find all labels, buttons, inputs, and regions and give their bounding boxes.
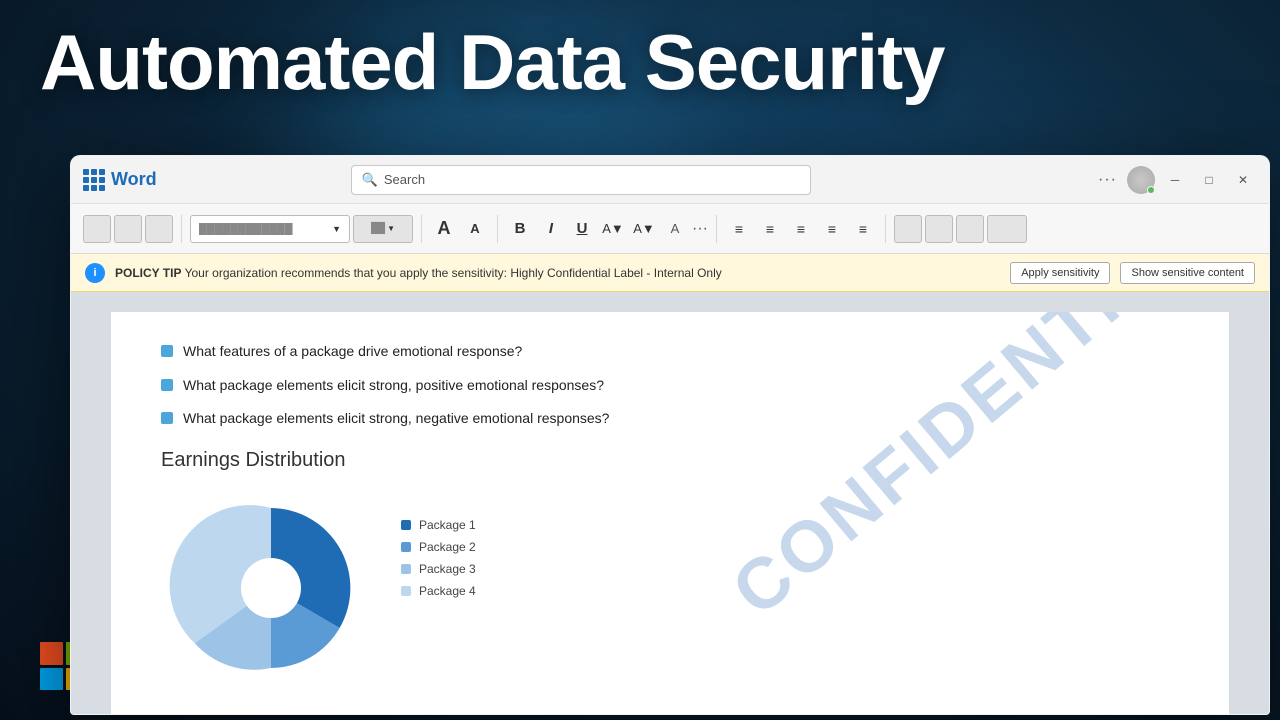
legend-label-1: Package 1 [419,518,476,532]
ribbon-group-spacing [894,215,1035,243]
grid-dot [91,177,97,183]
bullet-icon [161,412,173,424]
bold-button[interactable]: B [506,215,534,243]
align-left-button[interactable]: ≡ [725,215,753,243]
grid-dot [99,177,105,183]
spacing-btn-4[interactable] [987,215,1027,243]
policy-message: Your organization recommends that you ap… [185,266,722,280]
app-name-label: Word [111,169,157,190]
legend-dot-1 [401,520,411,530]
bullet-text: What features of a package drive emotion… [183,342,522,362]
ribbon-group-style [83,215,182,243]
policy-tip-label: POLICY TIP [115,266,181,280]
font-size-dropdown[interactable]: ██ ▼ [353,215,413,243]
search-placeholder-text: Search [384,172,425,187]
chart-legend: Package 1 Package 2 Package 3 Package 4 [401,518,476,598]
legend-label-2: Package 2 [419,540,476,554]
grid-dot [99,185,105,191]
font-name-value: ████████████ [199,223,332,235]
word-grid-icon [83,169,105,191]
more-options-label[interactable]: ··· [1098,171,1117,189]
grid-dot [91,185,97,191]
ribbon-group-text-size: A A [430,215,498,243]
bullet-icon [161,379,173,391]
bullet-list: What features of a package drive emotion… [161,342,1179,429]
word-window: Word 🔍 Search ··· ─ □ ✕ ████████████ [70,155,1270,715]
apply-sensitivity-button[interactable]: Apply sensitivity [1010,262,1110,284]
justify-button[interactable]: ≡ [818,215,846,243]
pie-center [241,558,301,618]
list-item: What package elements elicit strong, pos… [161,376,1179,396]
italic-button[interactable]: I [537,215,565,243]
more-format-icon[interactable]: ··· [692,220,708,238]
ms-logo-blue [40,668,63,691]
grid-dot [83,177,89,183]
list-item: What features of a package drive emotion… [161,342,1179,362]
avatar[interactable] [1127,166,1155,194]
close-button[interactable]: ✕ [1229,166,1257,194]
pie-chart [161,488,381,688]
style-btn-1[interactable] [83,215,111,243]
search-bar[interactable]: 🔍 Search [351,165,811,195]
grid-dot [99,169,105,175]
legend-label-4: Package 4 [419,584,476,598]
clear-format-button[interactable]: A [661,215,689,243]
show-sensitive-content-button[interactable]: Show sensitive content [1120,262,1255,284]
spacing-btn-2[interactable] [925,215,953,243]
bullet-text: What package elements elicit strong, pos… [183,376,604,396]
align-right-button[interactable]: ≡ [787,215,815,243]
search-icon: 🔍 [362,172,378,188]
font-color-button[interactable]: A▼ [630,215,658,243]
legend-item-4: Package 4 [401,584,476,598]
legend-item-3: Package 3 [401,562,476,576]
ms-logo-red [40,642,63,665]
legend-item-1: Package 1 [401,518,476,532]
chart-title: Earnings Distribution [161,449,1179,472]
font-name-dropdown[interactable]: ████████████ ▼ [190,215,350,243]
ribbon-group-align: ≡ ≡ ≡ ≡ ≡ [725,215,886,243]
legend-item-2: Package 2 [401,540,476,554]
indent-button[interactable]: ≡ [849,215,877,243]
maximize-button[interactable]: □ [1195,166,1223,194]
doc-page: CONFIDENTIAL What features of a package … [111,312,1229,715]
minimize-button[interactable]: ─ [1161,166,1189,194]
doc-content: CONFIDENTIAL What features of a package … [71,292,1269,715]
ribbon: ████████████ ▼ ██ ▼ A A B I U A▼ A▼ A ··… [71,204,1269,254]
legend-dot-3 [401,564,411,574]
title-bar: Word 🔍 Search ··· ─ □ ✕ [71,156,1269,204]
legend-label-3: Package 3 [419,562,476,576]
bullet-icon [161,345,173,357]
grid-dot [83,169,89,175]
grid-dot [91,169,97,175]
font-size-arrow-icon: ▼ [387,224,395,233]
font-size-value: ██ [371,223,385,234]
list-item: What package elements elicit strong, neg… [161,409,1179,429]
increase-font-size-btn[interactable]: A [430,215,458,243]
style-btn-2[interactable] [114,215,142,243]
policy-tip-bar: i POLICY TIP Your organization recommend… [71,254,1269,292]
policy-info-icon: i [85,263,105,283]
align-center-button[interactable]: ≡ [756,215,784,243]
word-logo-area: Word [83,169,203,191]
ribbon-group-font: ████████████ ▼ ██ ▼ [190,215,422,243]
style-btn-3[interactable] [145,215,173,243]
spacing-btn-1[interactable] [894,215,922,243]
decrease-font-size-btn[interactable]: A [461,215,489,243]
font-name-arrow-icon: ▼ [332,224,341,234]
main-title: Automated Data Security [40,20,945,106]
online-status-dot [1147,186,1155,194]
legend-dot-4 [401,586,411,596]
ribbon-group-format: B I U A▼ A▼ A ··· [506,215,717,243]
spacing-btn-3[interactable] [956,215,984,243]
policy-text: POLICY TIP Your organization recommends … [115,266,1000,280]
bullet-text: What package elements elicit strong, neg… [183,409,609,429]
highlight-color-button[interactable]: A▼ [599,215,627,243]
chart-area: Package 1 Package 2 Package 3 Package 4 [161,488,1179,688]
grid-dot [83,185,89,191]
underline-button[interactable]: U [568,215,596,243]
title-bar-controls: ··· ─ □ ✕ [1098,166,1257,194]
legend-dot-2 [401,542,411,552]
